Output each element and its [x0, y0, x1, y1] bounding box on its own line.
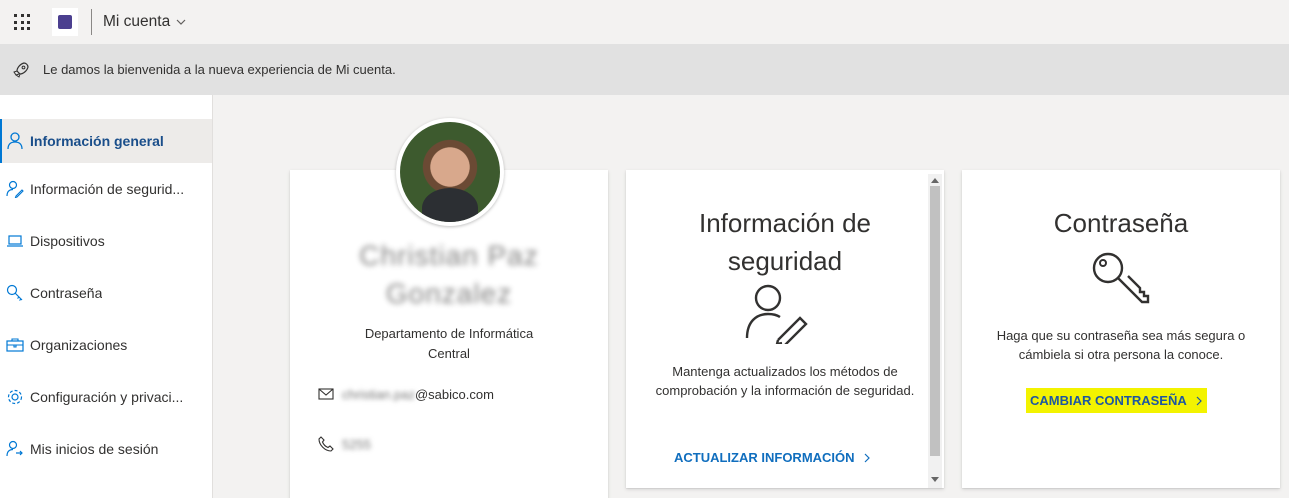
logo-mark: [58, 15, 72, 29]
avatar[interactable]: [396, 118, 504, 226]
department-line2: Central: [428, 346, 470, 361]
department-line1: Departamento de Informática: [364, 326, 534, 341]
briefcase-icon: [6, 336, 24, 354]
profile-name-line1: Christian Paz: [359, 240, 539, 271]
key-icon: [6, 284, 24, 302]
profile-name-line2: Gonzalez: [385, 278, 513, 309]
security-title-line2: seguridad: [727, 246, 843, 276]
password-card-title: Contraseña: [1053, 208, 1189, 238]
waffle-icon: [14, 14, 30, 30]
chevron-right-icon: [864, 453, 870, 462]
sidebar-item-security-info[interactable]: Información de segurid...: [0, 163, 212, 215]
company-logo[interactable]: [52, 8, 78, 36]
change-password-link[interactable]: CAMBIAR CONTRASEÑA: [1026, 388, 1207, 413]
sidebar-item-sign-ins[interactable]: Mis inicios de sesión: [0, 423, 212, 475]
welcome-banner: Le damos la bienvenida a la nueva experi…: [0, 44, 1289, 95]
email-user: christian.paz: [342, 386, 415, 402]
gear-icon: [6, 388, 24, 406]
person-icon: [6, 132, 24, 150]
update-info-link[interactable]: ACTUALIZAR INFORMACIÓN: [674, 450, 871, 465]
profile-photo: [400, 122, 500, 222]
chevron-down-icon: [176, 19, 186, 25]
header-divider: [91, 9, 92, 35]
security-card-title: Información de seguridad: [626, 204, 944, 280]
sidebar-item-label: Información de segurid...: [30, 181, 185, 197]
rocket-icon: [13, 61, 29, 78]
security-info-card: Información de seguridad Mantenga actual…: [626, 170, 944, 488]
password-card: Contraseña Haga que su contraseña sea má…: [962, 170, 1280, 488]
sidebar-item-devices[interactable]: Dispositivos: [0, 215, 212, 267]
sidebar-item-settings-privacy[interactable]: Configuración y privaci...: [0, 371, 212, 423]
scrollbar-thumb[interactable]: [930, 186, 940, 456]
profile-department: Departamento de Informática Central: [290, 324, 608, 364]
sidebar-item-label: Contraseña: [30, 285, 103, 301]
app-title: Mi cuenta: [103, 13, 171, 30]
security-card-description: Mantenga actualizados los métodos de com…: [655, 364, 915, 398]
key-icon: [1092, 252, 1150, 304]
scrollbar[interactable]: [928, 174, 942, 488]
change-password-label: CAMBIAR CONTRASEÑA: [1030, 393, 1187, 408]
top-bar: Mi cuenta: [0, 0, 1289, 44]
app-title-menu[interactable]: Mi cuenta: [103, 13, 186, 31]
sidebar-item-label: Mis inicios de sesión: [30, 441, 159, 457]
chevron-right-icon: [1196, 396, 1202, 405]
profile-phone: 5255: [318, 436, 371, 452]
security-info-icon: [6, 180, 24, 198]
sidebar-item-label: Información general: [30, 133, 164, 149]
phone-icon: [318, 436, 334, 452]
sidebar-item-label: Dispositivos: [30, 233, 105, 249]
sidebar-item-label: Organizaciones: [30, 337, 128, 353]
app-launcher-button[interactable]: [0, 0, 44, 44]
profile-email: christian.paz @sabico.com: [318, 386, 494, 402]
sidebar-nav: Información general Información de segur…: [0, 95, 213, 498]
laptop-icon: [6, 232, 24, 250]
sidebar-item-organizations[interactable]: Organizaciones: [0, 319, 212, 371]
email-domain: @sabico.com: [414, 386, 494, 402]
sidebar-item-label: Configuración y privaci...: [30, 389, 184, 405]
security-title-line1: Información de: [699, 208, 871, 238]
update-info-label: ACTUALIZAR INFORMACIÓN: [674, 450, 855, 465]
security-info-icon: [745, 284, 808, 344]
sidebar-item-password[interactable]: Contraseña: [0, 267, 212, 319]
password-card-description: Haga que su contraseña sea más segura o …: [996, 328, 1246, 362]
scroll-down-arrow[interactable]: [931, 477, 939, 482]
sign-in-icon: [6, 440, 24, 458]
sidebar-item-overview[interactable]: Información general: [0, 119, 212, 163]
mail-icon: [318, 388, 334, 400]
phone-number: 5255: [342, 436, 371, 452]
banner-message: Le damos la bienvenida a la nueva experi…: [43, 62, 396, 77]
scroll-up-arrow[interactable]: [931, 178, 939, 183]
